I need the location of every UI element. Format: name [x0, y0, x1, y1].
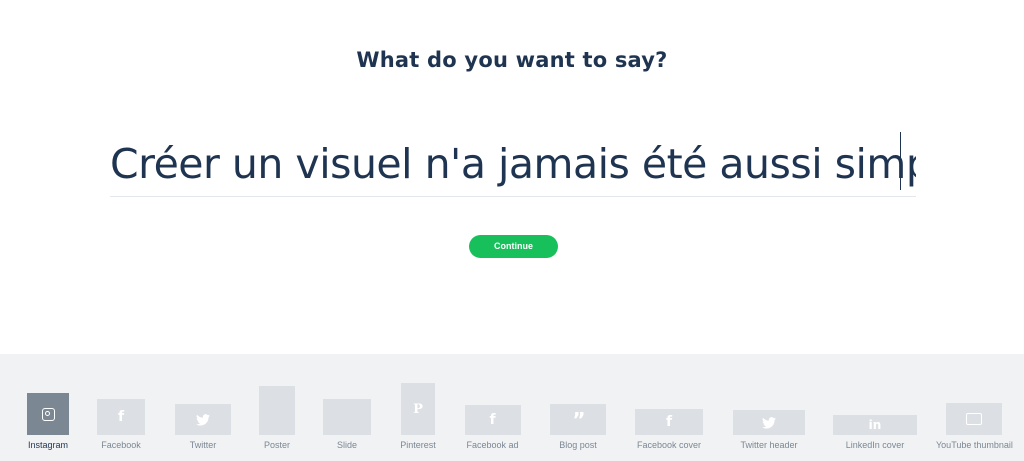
quote-icon: ”	[572, 407, 585, 432]
format-poster-thumb	[259, 386, 295, 435]
youtube-icon	[966, 413, 982, 425]
facebook-icon: f	[489, 412, 496, 428]
format-label: Twitter header	[740, 440, 798, 450]
format-facebook-ad[interactable]: f Facebook ad	[464, 405, 521, 450]
format-blog-post-thumb: ”	[550, 404, 606, 435]
format-linkedin-cover-thumb: in	[833, 415, 917, 435]
format-slide[interactable]: Slide	[322, 399, 372, 450]
pinterest-icon: P	[413, 401, 423, 417]
format-facebook-ad-thumb: f	[464, 405, 521, 435]
format-label: Facebook	[101, 440, 141, 450]
format-youtube-thumbnail[interactable]: YouTube thumbnail	[936, 403, 1013, 450]
format-facebook-cover-thumb: f	[635, 409, 703, 435]
format-label: Facebook cover	[636, 440, 702, 450]
format-label: YouTube thumbnail	[936, 440, 1013, 450]
continue-button[interactable]: Continue	[469, 235, 558, 258]
format-twitter[interactable]: Twitter	[174, 404, 232, 450]
format-twitter-header-thumb	[733, 410, 805, 435]
twitter-icon	[196, 413, 210, 426]
format-label: Twitter	[189, 440, 217, 450]
main-area: What do you want to say? Continue	[0, 0, 1024, 354]
linkedin-icon: in	[868, 418, 882, 432]
format-tray: Instagram f Facebook Twitter Poster Slid…	[0, 354, 1024, 461]
format-label: Facebook ad	[466, 440, 519, 450]
message-input-area[interactable]	[110, 130, 916, 197]
format-label: Blog post	[559, 440, 597, 450]
twitter-icon	[762, 416, 776, 429]
text-caret	[900, 132, 901, 190]
format-label: LinkedIn cover	[845, 440, 905, 450]
format-youtube-thumbnail-thumb	[946, 403, 1002, 435]
facebook-icon: f	[117, 409, 125, 425]
format-label: Slide	[336, 440, 357, 450]
message-input[interactable]	[110, 136, 916, 192]
format-pinterest-thumb: P	[401, 383, 435, 435]
format-twitter-header[interactable]: Twitter header	[732, 410, 806, 450]
page-title: What do you want to say?	[356, 48, 668, 72]
format-facebook-thumb: f	[97, 399, 145, 435]
format-label: Poster	[263, 440, 290, 450]
format-blog-post[interactable]: ” Blog post	[548, 404, 608, 450]
format-instagram-thumb	[27, 393, 69, 435]
format-linkedin-cover[interactable]: in LinkedIn cover	[832, 415, 918, 450]
instagram-icon	[41, 407, 55, 421]
format-twitter-thumb	[175, 404, 231, 435]
format-instagram[interactable]: Instagram	[27, 393, 69, 450]
format-slide-thumb	[323, 399, 371, 435]
format-pinterest[interactable]: P Pinterest	[398, 383, 438, 450]
format-facebook-cover[interactable]: f Facebook cover	[634, 409, 704, 450]
format-label: Instagram	[27, 440, 69, 450]
format-poster[interactable]: Poster	[258, 386, 296, 450]
format-label: Pinterest	[400, 440, 436, 450]
format-facebook[interactable]: f Facebook	[93, 399, 149, 450]
facebook-icon: f	[665, 414, 673, 430]
